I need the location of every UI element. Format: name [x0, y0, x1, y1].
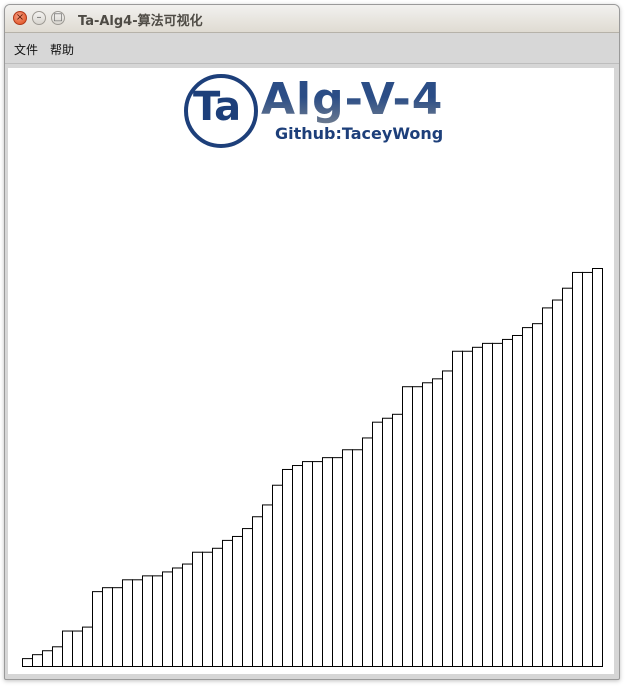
bar [462, 350, 473, 667]
bar [342, 449, 353, 667]
bar [142, 575, 153, 667]
bar [22, 658, 33, 668]
bar [362, 437, 373, 668]
bar [302, 461, 313, 667]
bar [292, 465, 303, 667]
bar [402, 386, 413, 667]
title-bar[interactable]: × – □ Ta-Alg4-算法可视化 [5, 5, 619, 33]
visualization-canvas: Ta Alg-V-4 Github:TaceyWong [8, 68, 614, 674]
menu-bar: 文件 帮助 [5, 33, 619, 64]
bar [482, 342, 493, 667]
bar [202, 551, 213, 668]
bar [502, 338, 513, 667]
window-title: Ta-Alg4-算法可视化 [78, 14, 203, 29]
bar [322, 457, 333, 668]
maximize-window-button[interactable]: □ [51, 11, 65, 25]
bar [162, 571, 173, 668]
bar [522, 327, 533, 667]
bar [252, 516, 263, 667]
minimize-window-button[interactable]: – [32, 11, 46, 25]
bar-chart [22, 268, 603, 668]
bar [432, 378, 443, 667]
bar [122, 579, 133, 668]
bar [242, 528, 253, 667]
bar [542, 307, 553, 667]
bar [52, 646, 63, 668]
bar [62, 630, 73, 668]
bar [492, 342, 503, 667]
menu-help[interactable]: 帮助 [50, 41, 74, 58]
bar [582, 271, 593, 668]
bar [32, 654, 43, 668]
bar [172, 567, 183, 667]
bar [102, 587, 113, 667]
bar [82, 626, 93, 667]
bar [352, 449, 363, 667]
bar [412, 386, 423, 667]
bar [262, 504, 273, 667]
bar [192, 551, 203, 668]
bar [152, 575, 163, 667]
bar [42, 650, 53, 667]
bar [112, 587, 123, 667]
menu-file[interactable]: 文件 [14, 41, 38, 58]
bar [532, 323, 543, 668]
bar [472, 346, 483, 667]
bar [272, 484, 283, 667]
bar [312, 461, 323, 667]
bar [332, 457, 343, 668]
bar [392, 413, 403, 667]
bar [422, 382, 433, 667]
bar [572, 271, 583, 668]
close-window-button[interactable]: × [13, 11, 27, 25]
bar [382, 417, 393, 668]
bar [212, 547, 223, 667]
bar-series [22, 268, 603, 668]
bar [552, 299, 563, 667]
bar [372, 421, 383, 667]
bar [92, 591, 103, 668]
bar [232, 535, 243, 667]
bar [562, 287, 573, 667]
bar [222, 539, 233, 668]
app-window: × – □ Ta-Alg4-算法可视化 文件 帮助 Ta Alg-V-4 Git… [4, 4, 620, 680]
bar [442, 370, 453, 667]
bar [72, 630, 83, 668]
bar [452, 350, 463, 667]
bar [182, 563, 193, 667]
bar [512, 334, 523, 667]
bar [132, 579, 143, 668]
bar [282, 468, 293, 668]
bar [592, 268, 603, 667]
